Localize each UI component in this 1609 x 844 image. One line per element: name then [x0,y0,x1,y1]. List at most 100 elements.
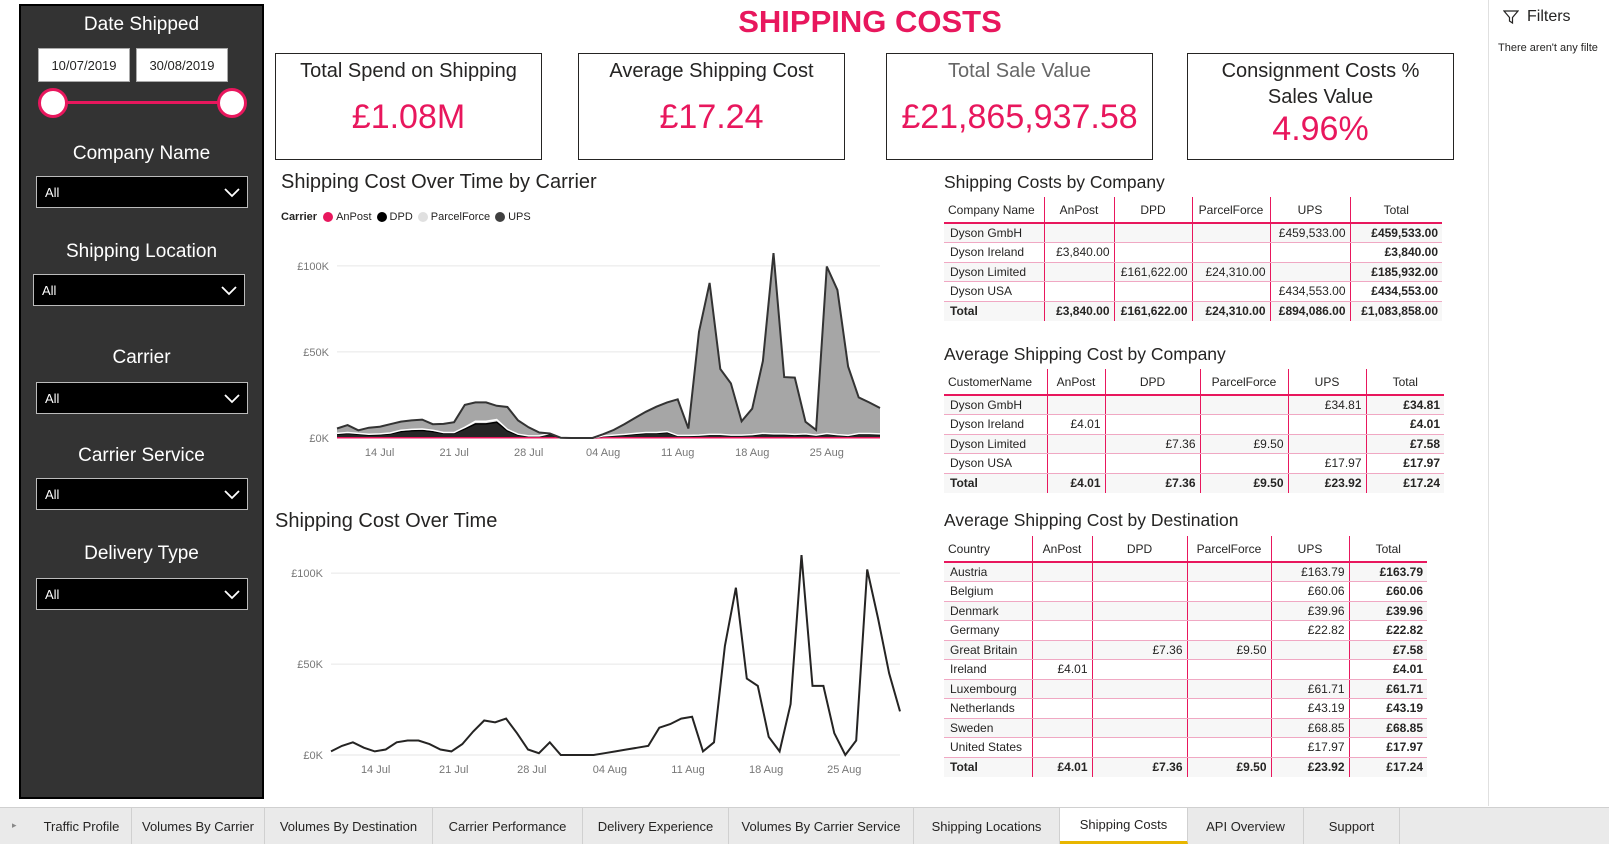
company-costs-table: Company Name AnPost DPD ParcelForce UPS Total… [944,197,1442,321]
date-range-track[interactable] [55,101,235,104]
table-cell [1186,581,1271,602]
date-range-start-handle[interactable] [38,88,68,118]
tab-shipping-locations[interactable]: Shipping Locations [914,808,1060,844]
legend-item-parcelforce[interactable]: ParcelForce [417,211,490,223]
kpi-value: £1.08M [351,98,466,136]
legend-item-anpost[interactable]: AnPost [323,211,372,223]
table-cell: £7.36 [1104,472,1200,493]
tab-carrier-performance[interactable]: Carrier Performance [433,808,583,844]
table-cell: £1,083,858.00 [1349,300,1442,321]
table-cell [1104,395,1200,415]
table-cell: £61.71 [1270,679,1349,699]
date-start-input[interactable]: 10/07/2019 [38,48,130,82]
column-header[interactable]: Country [944,536,1032,563]
table-cell: £459,533.00 [1269,223,1350,243]
column-header[interactable]: Total [1365,369,1444,396]
column-header[interactable]: CustomerName [944,369,1047,396]
table-cell: £68.85 [1348,718,1427,738]
column-header[interactable]: DPD [1104,369,1200,396]
x-tick-label: 21 Jul [439,447,468,459]
x-tick-label: 14 Jul [365,447,394,459]
column-header[interactable]: ParcelForce [1199,369,1288,396]
x-tick-label: 04 Aug [593,764,627,776]
x-tick-label: 28 Jul [517,764,546,776]
table-cell [1031,562,1092,582]
delivery-type-dropdown[interactable]: All [36,578,248,610]
legend-item-dpd[interactable]: DPD [376,211,413,223]
tab-support[interactable]: Support [1304,808,1400,844]
tab-scroll-left-icon[interactable]: ▸ [12,820,17,831]
table-cell [1186,679,1271,699]
kpi-label: Total Spend on Shipping [300,60,517,82]
page-title: SHIPPING COSTS [738,4,1002,39]
total-row: Total £3,840.00 £161,622.00 £24,310.00 £894,… [944,300,1442,321]
line-total [330,555,901,757]
company-name-dropdown[interactable]: All [36,176,248,208]
column-header[interactable]: Total [1348,536,1427,563]
table-cell: Dyson Ireland [944,414,1047,435]
column-header[interactable]: UPS [1270,536,1349,563]
table-cell: Dyson Limited [944,434,1047,454]
carrier-dropdown[interactable]: All [36,382,248,414]
column-header[interactable]: ParcelForce [1191,197,1270,224]
table-row: Ireland £4.01 £4.01 [944,659,1427,680]
table-cell [1091,698,1187,719]
tab-volumes-by-carrier-service[interactable]: Volumes By Carrier Service [729,808,914,844]
tab-api-overview[interactable]: API Overview [1188,808,1304,844]
column-header[interactable]: ParcelForce [1186,536,1271,563]
table-cell: £434,553.00 [1349,281,1442,302]
shipping-location-dropdown[interactable]: All [33,274,245,306]
column-header[interactable]: AnPost [1043,197,1114,224]
table-cell [1046,434,1105,454]
carrier-area-chart[interactable]: £0K £50K £100K 14 Jul 21 Jul 28 Jul 04 Aug 11 A… [275,230,920,475]
tab-shipping-costs[interactable]: Shipping Costs [1060,808,1188,844]
table-cell [1287,414,1366,435]
table-row: Germany £22.82 £22.82 [944,620,1427,641]
column-header[interactable]: UPS [1287,369,1366,396]
tab-delivery-experience[interactable]: Delivery Experience [583,808,729,844]
kpi-value: £21,865,937.58 [901,98,1138,136]
filters-header[interactable]: Filters [1503,8,1571,26]
legend-item-ups[interactable]: UPS [495,211,531,223]
table-row: Dyson GmbH £34.81 £34.81 [944,395,1444,415]
table-cell [1031,581,1092,602]
column-header[interactable]: Company Name [944,197,1044,224]
tab-volumes-by-carrier[interactable]: Volumes By Carrier [132,808,265,844]
column-header[interactable]: AnPost [1031,536,1092,563]
table-row: Austria £163.79 £163.79 [944,562,1427,582]
table-cell [1191,281,1270,302]
table-row: Belgium £60.06 £60.06 [944,581,1427,602]
carrier-service-title: Carrier Service [78,445,205,466]
carrier-service-dropdown[interactable]: All [36,478,248,510]
table-cell: £39.96 [1270,601,1349,621]
table-cell [1043,262,1114,282]
tab-traffic-profile[interactable]: Traffic Profile [32,808,132,844]
tab-volumes-by-destination[interactable]: Volumes By Destination [265,808,433,844]
date-end-input[interactable]: 30/08/2019 [136,48,228,82]
column-header[interactable]: DPD [1113,197,1192,224]
table-cell: £9.50 [1186,640,1271,660]
column-header[interactable]: Total [1349,197,1442,224]
table-row: Dyson GmbH £459,533.00 £459,533.00 [944,223,1442,243]
filter-icon [1503,10,1519,25]
column-header[interactable]: AnPost [1046,369,1105,396]
table-cell: £7.58 [1365,434,1444,454]
column-header[interactable]: UPS [1269,197,1350,224]
y-tick-label: £100K [297,261,329,273]
table-cell [1031,620,1092,641]
legend-dot-icon [323,212,334,222]
table-cell: Belgium [944,581,1032,602]
table-row: Dyson Ireland £3,840.00 £3,840.00 [944,242,1442,263]
y-tick-label: £50K [297,659,323,671]
date-shipped-title: Date Shipped [83,14,200,35]
table-cell: £3,840.00 [1349,242,1442,263]
table-cell: £43.19 [1348,698,1427,719]
time-line-chart[interactable]: £0K £50K £100K 14 Jul 21 Jul 28 Jul 04 Aug 11 A… [275,555,920,800]
column-header[interactable]: DPD [1091,536,1187,563]
chevron-down-icon [224,394,240,404]
x-tick-label: 21 Jul [439,764,468,776]
date-range-end-handle[interactable] [217,88,247,118]
table-cell: £39.96 [1348,601,1427,621]
table-cell: £61.71 [1348,679,1427,699]
table-cell [1199,395,1288,415]
